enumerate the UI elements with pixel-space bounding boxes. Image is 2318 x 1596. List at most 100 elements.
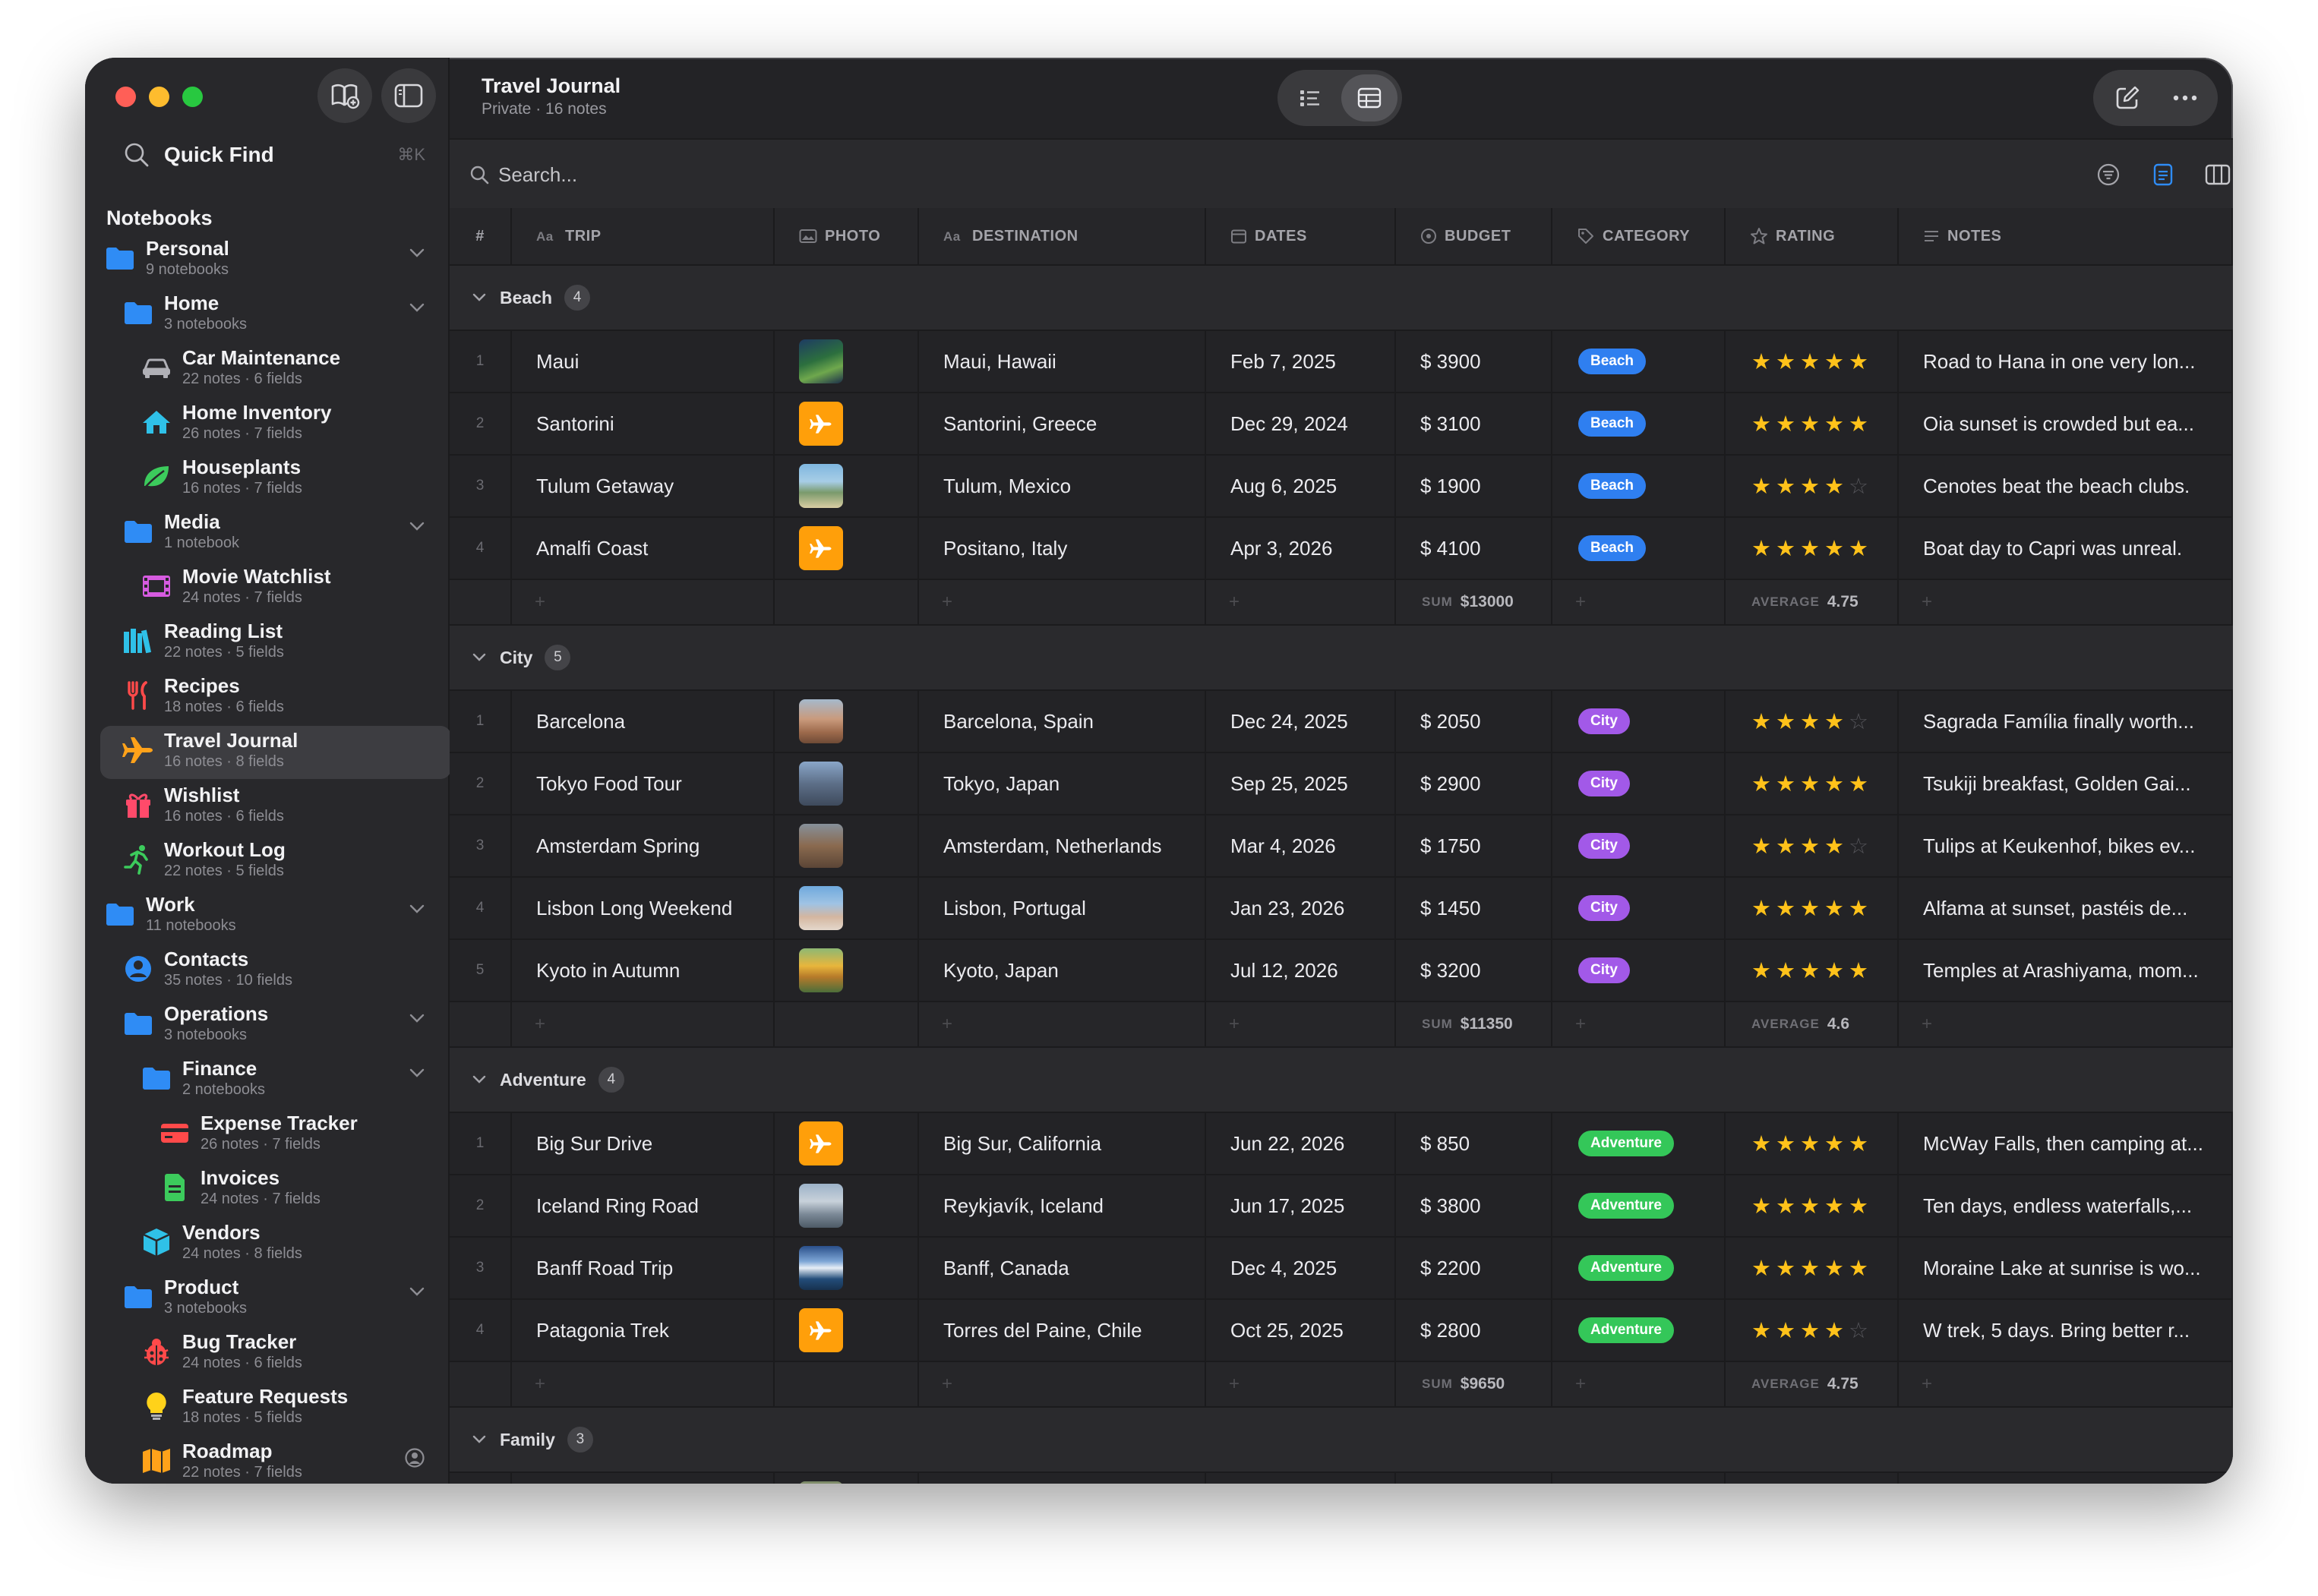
cell-category[interactable]: Beach	[1552, 393, 1726, 454]
cell-notes[interactable]: Cenotes beat the beach clubs.	[1899, 456, 2233, 516]
cell-trip[interactable]: Amalfi Coast	[512, 518, 775, 579]
list-view-button[interactable]	[1282, 74, 1338, 121]
summary-cell-trip[interactable]: +	[512, 580, 775, 624]
columns-button[interactable]	[2203, 161, 2233, 188]
star-filled-icon[interactable]: ★	[1751, 1319, 1776, 1343]
add-row-icon[interactable]: +	[1552, 1014, 1586, 1035]
chevron-down-icon[interactable]	[409, 248, 425, 262]
star-rating[interactable]: ★★★★★	[1726, 895, 1873, 922]
cell-rating[interactable]: ★★★★★	[1726, 1175, 1899, 1236]
cell-photo[interactable]	[775, 1238, 919, 1298]
cell-budget[interactable]: $ 2050	[1396, 691, 1552, 752]
summary-cell-photo[interactable]	[775, 1002, 919, 1046]
star-rating[interactable]: ★★★★☆	[1726, 833, 1873, 860]
column-header-budget[interactable]: BUDGET	[1396, 208, 1552, 264]
star-empty-icon[interactable]: ☆	[1849, 475, 1873, 499]
summary-cell-category[interactable]: +	[1552, 1362, 1726, 1406]
cell-destination[interactable]: Banff, Canada	[919, 1238, 1206, 1298]
cell-budget[interactable]: $ 3800	[1396, 1175, 1552, 1236]
column-header-category[interactable]: CATEGORY	[1552, 208, 1726, 264]
star-filled-icon[interactable]: ★	[1800, 1319, 1824, 1343]
table-row[interactable]: 1Yellowstone Wyoming, USAMay 8, 2025$ 160…	[450, 1473, 2233, 1484]
cell-notes[interactable]: Oia sunset is crowded but ea...	[1899, 393, 2233, 454]
cell-notes[interactable]: Road to Hana in one very lon...	[1899, 331, 2233, 392]
cell-notes[interactable]: Boat day to Capri was unreal.	[1899, 518, 2233, 579]
chevron-down-icon[interactable]	[409, 1013, 425, 1027]
star-filled-icon[interactable]: ★	[1824, 959, 1849, 983]
cell-photo[interactable]	[775, 1473, 919, 1484]
star-filled-icon[interactable]: ★	[1824, 834, 1849, 859]
summary-cell-rating[interactable]: AVERAGE 4.6	[1726, 1002, 1899, 1046]
cell-rating[interactable]: ★★★★★	[1726, 940, 1899, 1001]
table-row[interactable]: 4 Lisbon Long Weekend Lisbon, Portugal Jan …	[450, 878, 2233, 940]
star-filled-icon[interactable]: ★	[1751, 475, 1776, 499]
cell-notes[interactable]: Temples at Arashiyama, mom...	[1899, 940, 2233, 1001]
summary-cell-num[interactable]	[450, 1362, 512, 1406]
star-filled-icon[interactable]: ★	[1849, 1257, 1873, 1281]
column-header-trip[interactable]: Aa TRIP	[512, 208, 775, 264]
cell-trip[interactable]: Big Sur Drive	[512, 1113, 775, 1174]
star-filled-icon[interactable]: ★	[1776, 959, 1800, 983]
summary-cell-category[interactable]: +	[1552, 580, 1726, 624]
summary-cell-dates[interactable]: +	[1206, 1002, 1396, 1046]
add-row-icon[interactable]: +	[1899, 591, 1932, 613]
table-row[interactable]: 4 Amalfi Coast Positano, Italy Apr 3, 2026 $…	[450, 518, 2233, 580]
star-filled-icon[interactable]: ★	[1751, 834, 1776, 859]
cell-dates[interactable]: Jun 22, 2026	[1206, 1113, 1396, 1174]
star-rating[interactable]: ★★★★★	[1726, 349, 1873, 375]
summary-cell-notes[interactable]: +	[1899, 1362, 2233, 1406]
cell-photo[interactable]	[775, 753, 919, 814]
star-filled-icon[interactable]: ★	[1751, 412, 1776, 437]
chevron-down-icon[interactable]	[471, 1434, 488, 1445]
column-header-num[interactable]: #	[450, 208, 512, 264]
filter-button[interactable]	[2093, 161, 2124, 188]
chevron-down-icon[interactable]	[409, 1286, 425, 1301]
sidebar-item-workout-log[interactable]: Workout Log 22 notes · 5 fields	[120, 835, 425, 888]
cell-notes[interactable]: Sagrada Família finally worth...	[1899, 691, 2233, 752]
summary-cell-dates[interactable]: +	[1206, 1362, 1396, 1406]
cell-budget[interactable]: $ 4100	[1396, 518, 1552, 579]
star-filled-icon[interactable]: ★	[1800, 959, 1824, 983]
star-rating[interactable]: ★★★★★	[1726, 1131, 1873, 1157]
summary-cell-dates[interactable]: +	[1206, 580, 1396, 624]
sidebar-item-contacts[interactable]: Contacts 35 notes · 10 fields	[120, 945, 425, 998]
group-header[interactable]: Family 3	[450, 1408, 2233, 1473]
cell-dates[interactable]: Dec 4, 2025	[1206, 1238, 1396, 1298]
cell-category[interactable]: City	[1552, 940, 1726, 1001]
cell-notes[interactable]: Bison traffic jam every single...	[1899, 1473, 2233, 1484]
cell-rating[interactable]: ★★★★★	[1726, 393, 1899, 454]
cell-photo[interactable]	[775, 878, 919, 938]
cell-trip[interactable]: Tulum Getaway	[512, 456, 775, 516]
cell-notes[interactable]: Tsukiji breakfast, Golden Gai...	[1899, 753, 2233, 814]
cell-budget[interactable]: $ 1600	[1396, 1473, 1552, 1484]
star-filled-icon[interactable]: ★	[1800, 1132, 1824, 1156]
cell-budget[interactable]: $ 2200	[1396, 1238, 1552, 1298]
column-header-dates[interactable]: DATES	[1206, 208, 1396, 264]
cell-dates[interactable]: Jul 12, 2026	[1206, 940, 1396, 1001]
sidebar-item-houseplants[interactable]: Houseplants 16 notes · 7 fields	[138, 453, 425, 506]
add-row-icon[interactable]: +	[1899, 1374, 1932, 1395]
cell-trip[interactable]: Barcelona	[512, 691, 775, 752]
table-row[interactable]: 2 Iceland Ring Road Reykjavík, Iceland Jun …	[450, 1175, 2233, 1238]
cell-trip[interactable]: Amsterdam Spring	[512, 815, 775, 876]
cell-budget[interactable]: $ 850	[1396, 1113, 1552, 1174]
toggle-sidebar-button[interactable]	[381, 68, 436, 123]
cell-destination[interactable]: Torres del Paine, Chile	[919, 1300, 1206, 1361]
sidebar-item-recipes[interactable]: Recipes 18 notes · 6 fields	[120, 671, 425, 724]
star-rating[interactable]: ★★★★☆	[1726, 473, 1873, 500]
cell-dates[interactable]: Aug 6, 2025	[1206, 456, 1396, 516]
star-filled-icon[interactable]: ★	[1800, 897, 1824, 921]
add-row-icon[interactable]: +	[512, 591, 545, 613]
cell-destination[interactable]: Kyoto, Japan	[919, 940, 1206, 1001]
summary-cell-destination[interactable]: +	[919, 580, 1206, 624]
chevron-down-icon[interactable]	[471, 652, 488, 663]
cell-destination[interactable]: Reykjavík, Iceland	[919, 1175, 1206, 1236]
table-row[interactable]: 3 Banff Road Trip Banff, Canada Dec 4, 2025…	[450, 1238, 2233, 1300]
summary-cell-category[interactable]: +	[1552, 1002, 1726, 1046]
group-header[interactable]: Adventure 4	[450, 1048, 2233, 1113]
cell-trip[interactable]: Kyoto in Autumn	[512, 940, 775, 1001]
cell-dates[interactable]: Oct 25, 2025	[1206, 1300, 1396, 1361]
summary-cell-notes[interactable]: +	[1899, 580, 2233, 624]
star-rating[interactable]: ★★★★☆	[1726, 1317, 1873, 1344]
minimize-window-button[interactable]	[149, 87, 169, 107]
